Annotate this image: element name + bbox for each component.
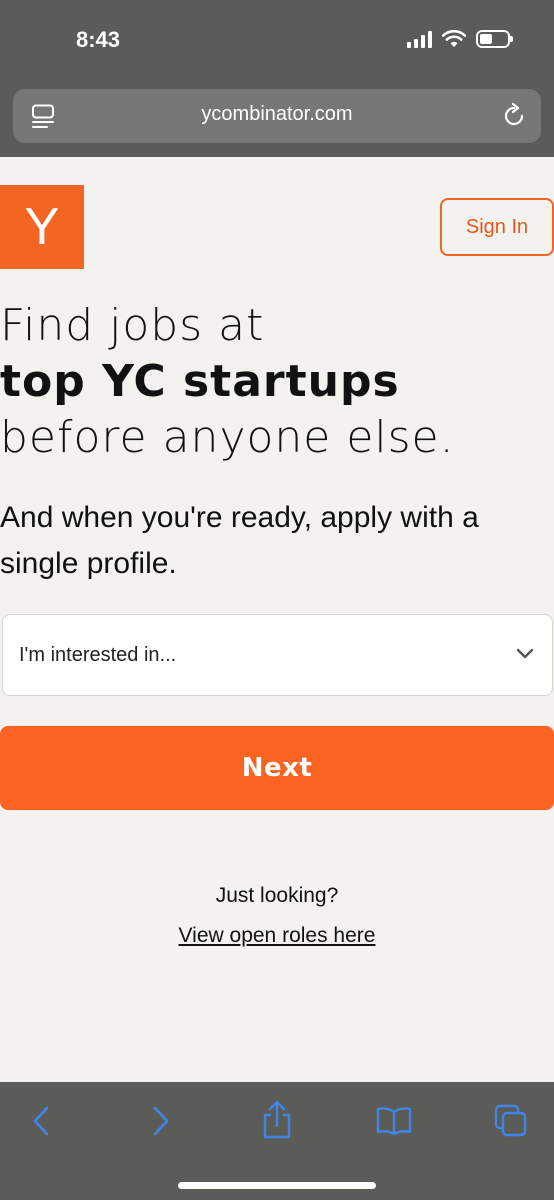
share-icon[interactable] <box>260 1100 294 1140</box>
sign-in-button[interactable]: Sign In <box>440 198 554 256</box>
browser-top-chrome: 8:43 ycombinator.com <box>0 0 554 157</box>
next-button[interactable]: Next <box>0 726 554 810</box>
interest-select-value[interactable]: I'm interested in... <box>19 644 176 667</box>
address-bar[interactable]: ycombinator.com <box>13 89 541 143</box>
url-text[interactable]: ycombinator.com <box>13 103 541 126</box>
wifi-icon <box>442 30 466 47</box>
just-looking-text: Just looking? <box>215 884 339 907</box>
forward-icon[interactable] <box>150 1104 172 1138</box>
headline-line-1: Find jobs at <box>0 300 265 351</box>
back-icon[interactable] <box>30 1104 52 1138</box>
battery-icon <box>476 30 513 48</box>
bookmarks-icon[interactable] <box>376 1106 412 1136</box>
status-icons <box>407 30 513 48</box>
reload-icon[interactable] <box>501 102 527 130</box>
headline-line-3: before anyone else. <box>0 412 455 463</box>
chevron-down-icon[interactable] <box>516 648 534 660</box>
tabs-icon[interactable] <box>494 1104 528 1138</box>
interest-select[interactable]: I'm interested in... <box>2 614 553 696</box>
status-time: 8:43 <box>76 27 121 52</box>
cellular-signal-icon <box>407 30 432 48</box>
hero-subtext: And when you're ready, apply with a sing… <box>0 501 479 580</box>
view-open-roles-link[interactable]: View open roles here <box>0 924 554 948</box>
hero-headline: Find jobs at top YC startups before anyo… <box>0 298 554 466</box>
headline-line-2: top YC startups <box>0 356 400 407</box>
yc-logo[interactable]: Y <box>0 185 84 269</box>
home-indicator[interactable] <box>178 1182 376 1189</box>
